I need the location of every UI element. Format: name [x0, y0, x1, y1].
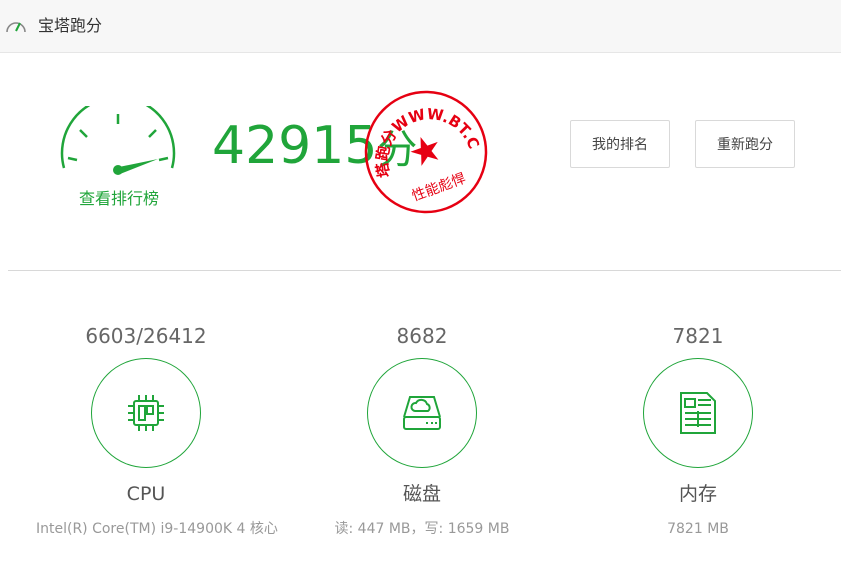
disk-label: 磁盘: [402, 483, 441, 505]
view-leaderboard-link[interactable]: 查看排行榜: [62, 188, 176, 210]
memory-score: 7821: [672, 324, 724, 348]
memory-label: 内存: [678, 483, 717, 505]
memory-desc: 7821 MB: [667, 521, 729, 537]
cpu-chip-icon: [128, 395, 164, 431]
rerun-benchmark-button[interactable]: 重新跑分: [695, 120, 795, 168]
svg-text:宝塔跑分WWW.BT.CN: 宝塔跑分WWW.BT.CN: [362, 88, 483, 189]
header-bar: 宝塔跑分: [0, 0, 841, 53]
performance-stamp: 宝塔跑分WWW.BT.CN 性能彪悍: [362, 88, 488, 214]
cpu-icon-circle: [91, 358, 201, 468]
disk-score: 8682: [396, 324, 448, 348]
score-value: 42915: [212, 116, 378, 176]
cpu-label: CPU: [126, 483, 166, 505]
disk-drive-icon: [403, 396, 441, 430]
page-title: 宝塔跑分: [38, 16, 103, 35]
section-divider: [8, 270, 841, 271]
stamp-top-text: 宝塔跑分WWW.BT.CN: [362, 88, 483, 189]
cpu-desc: Intel(R) Core(TM) i9-14900K 4 核心: [36, 521, 278, 537]
speedometer-icon: [6, 22, 26, 33]
disk-desc: 读: 447 MB，写: 1659 MB: [334, 521, 510, 537]
star-icon: [410, 136, 439, 166]
disk-icon-circle: [367, 358, 477, 468]
metric-cpu: 6603/26412 CPU Intel(R) Core(TM) i9-1490…: [36, 322, 278, 539]
gauge-icon: [60, 106, 176, 175]
metric-disk: 8682 磁盘 读: 447 MB，写: 1659 MB: [312, 322, 532, 539]
memory-icon-circle: [643, 358, 753, 468]
metric-memory: 7821 内存 7821 MB: [588, 322, 808, 539]
memory-icon: [680, 392, 716, 434]
my-rank-button[interactable]: 我的排名: [570, 120, 670, 168]
stamp-bottom-text: 性能彪悍: [410, 171, 468, 205]
cpu-score: 6603/26412: [85, 324, 207, 348]
